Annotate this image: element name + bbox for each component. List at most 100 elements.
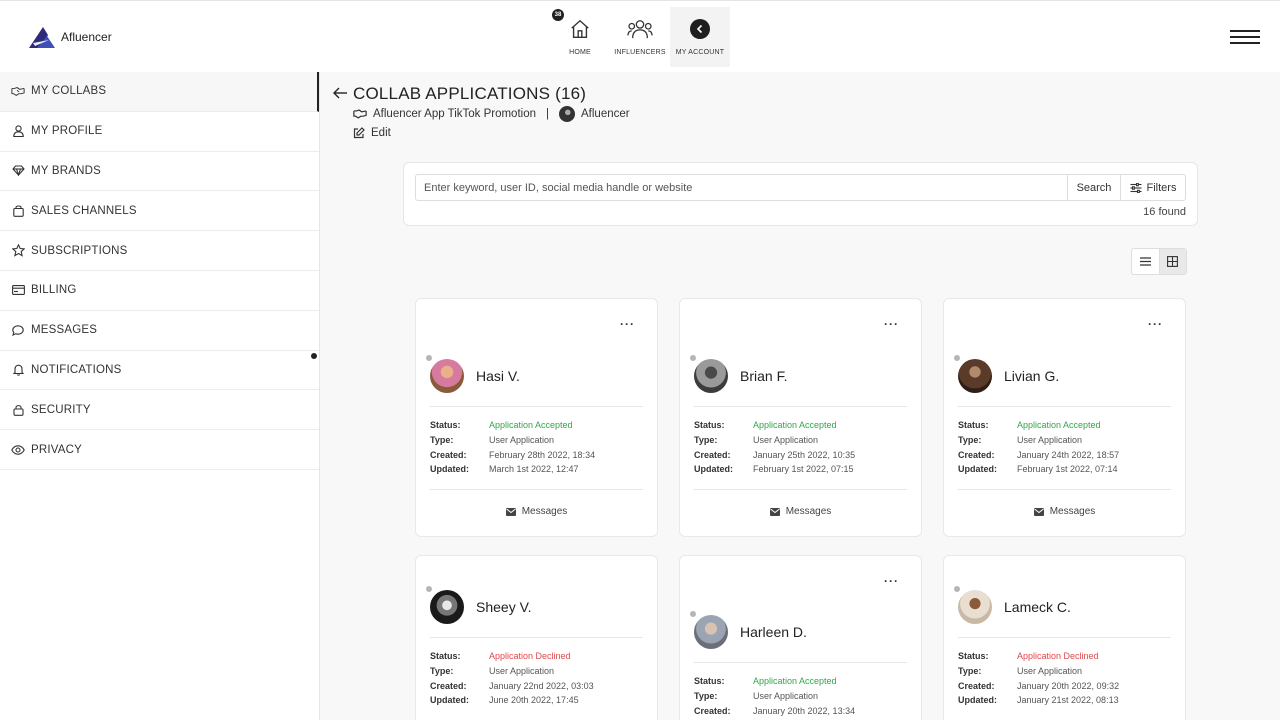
avatar[interactable] (694, 615, 728, 649)
hamburger-menu-icon[interactable] (1230, 30, 1260, 44)
applicant-name[interactable]: Sheey V. (476, 599, 532, 615)
updated-label: Updated: (694, 464, 733, 475)
sidebar: MY COLLABS MY PROFILE MY BRANDS SALES CH… (0, 72, 320, 720)
sidebar-item-security[interactable]: SECURITY (0, 390, 319, 431)
applicant-name[interactable]: Brian F. (740, 368, 787, 384)
grid-view-button[interactable] (1158, 249, 1186, 274)
lock-icon (11, 403, 25, 417)
created-value: January 20th 2022, 09:32 (1017, 680, 1120, 691)
applicant-card: ··· Livian G. Status: Application Accepte… (943, 298, 1186, 537)
type-value: User Application (489, 665, 555, 676)
avatar[interactable] (694, 359, 728, 393)
home-icon (571, 19, 589, 38)
messages-button[interactable]: Messages (416, 506, 657, 517)
list-icon (1139, 257, 1151, 266)
sidebar-item-privacy[interactable]: PRIVACY (0, 430, 319, 470)
status-label: Status: (958, 651, 989, 661)
sidebar-item-label: MY PROFILE (31, 125, 103, 138)
created-value: January 25th 2022, 10:35 (753, 449, 856, 460)
presence-indicator (425, 354, 433, 362)
sidebar-item-notifications[interactable]: NOTIFICATIONS (0, 351, 319, 391)
updated-value: February 1st 2022, 07:15 (753, 464, 854, 475)
updated-label: Updated: (430, 464, 469, 475)
edit-icon (353, 127, 365, 139)
applicant-name[interactable]: Harleen D. (740, 624, 807, 640)
brand-logo[interactable]: Afluencer (29, 26, 112, 48)
created-label: Created: (694, 449, 731, 460)
created-label: Created: (958, 449, 995, 460)
created-value: January 22nd 2022, 03:03 (489, 680, 594, 691)
search-panel: Search Filters 16 found (403, 162, 1198, 226)
grid-icon (1167, 256, 1179, 267)
notification-badge[interactable]: 38 (552, 9, 564, 21)
presence-indicator (689, 610, 697, 618)
sidebar-item-my-collabs[interactable]: MY COLLABS (0, 72, 319, 112)
status-value: Application Accepted (1017, 420, 1101, 430)
more-options-icon[interactable]: ··· (1148, 317, 1163, 331)
sidebar-item-sales-channels[interactable]: SALES CHANNELS (0, 191, 319, 232)
sidebar-item-label: SECURITY (31, 403, 91, 416)
sidebar-item-messages[interactable]: MESSAGES (0, 311, 319, 351)
nav-my-account[interactable]: MY ACCOUNT (670, 7, 730, 67)
created-label: Created: (430, 449, 467, 460)
sidebar-item-billing[interactable]: BILLING (0, 271, 319, 311)
edit-link[interactable]: Edit (353, 127, 391, 139)
updated-value: January 21st 2022, 08:13 (1017, 695, 1119, 706)
type-label: Type: (958, 665, 982, 676)
brand-name-link[interactable]: Afluencer (581, 108, 630, 120)
sidebar-resize-handle[interactable] (311, 353, 317, 359)
sidebar-item-label: MY COLLABS (31, 85, 107, 98)
more-options-icon[interactable]: ··· (884, 317, 899, 331)
avatar[interactable] (430, 359, 464, 393)
type-value: User Application (1017, 434, 1083, 445)
sidebar-item-subscriptions[interactable]: SUBSCRIPTIONS (0, 231, 319, 271)
type-label: Type: (430, 665, 454, 676)
nav-my-account-label: MY ACCOUNT (675, 49, 725, 56)
list-view-button[interactable] (1132, 249, 1159, 274)
back-arrow-icon[interactable] (332, 86, 348, 100)
credit-card-icon (11, 283, 25, 297)
avatar[interactable] (958, 359, 992, 393)
status-value: Application Accepted (489, 420, 573, 430)
envelope-icon (769, 507, 780, 516)
messages-button[interactable]: Messages (944, 506, 1185, 517)
avatar[interactable] (958, 590, 992, 624)
shopping-bag-icon (11, 204, 25, 218)
avatar[interactable] (430, 590, 464, 624)
handshake-icon (11, 84, 25, 98)
more-options-icon[interactable]: ··· (620, 317, 635, 331)
search-button[interactable]: Search (1067, 174, 1121, 201)
applicant-card: Sheey V. Status: Application Declined Typ… (415, 555, 658, 720)
top-nav: 38 HOME INFLUENCERS MY ACCOUNT (550, 7, 730, 67)
nav-influencers[interactable]: INFLUENCERS (610, 7, 670, 67)
collab-name[interactable]: Afluencer App TikTok Promotion (373, 108, 536, 120)
diamond-icon (11, 164, 25, 178)
created-value: February 28th 2022, 18:34 (489, 449, 596, 460)
updated-label: Updated: (958, 464, 997, 475)
page-title: COLLAB APPLICATIONS (16) (353, 84, 587, 103)
created-label: Created: (958, 680, 995, 691)
nav-home[interactable]: 38 HOME (550, 7, 610, 67)
sidebar-item-my-profile[interactable]: MY PROFILE (0, 112, 319, 152)
separator: | (546, 108, 549, 120)
messages-button[interactable]: Messages (680, 506, 921, 517)
applicant-card: ··· Brian F. Status: Application Accepted… (679, 298, 922, 537)
handshake-icon (353, 109, 367, 119)
applicant-name[interactable]: Hasi V. (476, 368, 520, 384)
sidebar-item-my-brands[interactable]: MY BRANDS (0, 152, 319, 192)
type-value: User Application (489, 434, 555, 445)
nav-home-label: HOME (569, 49, 591, 56)
presence-indicator (953, 585, 961, 593)
sidebar-item-label: SUBSCRIPTIONS (31, 244, 128, 257)
afluencer-logo-icon (29, 27, 55, 48)
type-label: Type: (958, 434, 982, 445)
applicant-name[interactable]: Livian G. (1004, 368, 1059, 384)
search-input[interactable] (415, 174, 1068, 201)
status-value: Application Accepted (753, 676, 837, 686)
envelope-icon (505, 507, 516, 516)
more-options-icon[interactable]: ··· (884, 574, 899, 588)
type-value: User Application (1017, 665, 1083, 676)
chevron-left-circle-icon (690, 19, 710, 39)
applicant-name[interactable]: Lameck C. (1004, 599, 1071, 615)
filters-button[interactable]: Filters (1120, 174, 1186, 201)
